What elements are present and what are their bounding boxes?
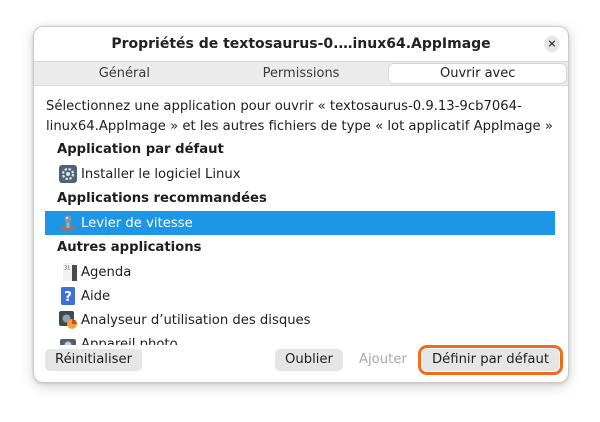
dialog-title: Propriétés de textosaurus-0.…inux64.AppI…	[111, 36, 491, 52]
gear-shift-icon	[59, 214, 77, 232]
app-label: Levier de vitesse	[81, 215, 193, 231]
tab-bar: Général Permissions Ouvrir avec	[34, 61, 568, 86]
add-button[interactable]: Ajouter	[349, 349, 417, 371]
other-apps-header: Autres applications	[57, 240, 202, 255]
camera-icon	[59, 335, 77, 345]
list-item[interactable]: Analyseur d’utilisation des disques	[45, 308, 555, 332]
calendar-icon: 31	[59, 263, 77, 281]
svg-text:31: 31	[64, 266, 70, 272]
open-with-description: Sélectionnez une application pour ouvrir…	[46, 99, 553, 134]
list-item[interactable]: 31 Agenda	[45, 260, 555, 284]
close-icon[interactable]: ×	[544, 36, 560, 52]
settings-gear-icon	[59, 165, 77, 183]
app-label: Aide	[81, 288, 111, 304]
app-label: Appareil photo	[81, 336, 178, 346]
set-default-button[interactable]: Définir par défaut	[417, 345, 564, 375]
list-item[interactable]: ? Aide	[45, 284, 555, 308]
list-item[interactable]: Appareil photo	[45, 332, 555, 345]
help-icon: ?	[59, 287, 77, 305]
application-list[interactable]: Application par défaut Installer le logi…	[45, 137, 555, 345]
app-label: Installer le logiciel Linux	[81, 166, 241, 182]
tab-permissions[interactable]: Permissions	[213, 62, 390, 85]
recommended-apps-header: Applications recommandées	[57, 191, 267, 206]
tab-open-with[interactable]: Ouvrir avec	[389, 64, 567, 83]
app-label: Analyseur d’utilisation des disques	[81, 312, 311, 328]
app-label: Agenda	[81, 264, 132, 280]
list-item[interactable]: Installer le logiciel Linux	[45, 162, 555, 186]
disk-usage-icon	[59, 311, 77, 329]
list-item[interactable]: Levier de vitesse	[45, 211, 555, 235]
properties-dialog: Propriétés de textosaurus-0.…inux64.AppI…	[33, 26, 569, 383]
default-app-header: Application par défaut	[57, 142, 224, 157]
tab-general[interactable]: Général	[36, 62, 213, 85]
svg-text:?: ?	[64, 290, 72, 305]
reset-button[interactable]: Réinitialiser	[45, 349, 143, 371]
dialog-footer: Réinitialiser Oublier Ajouter Définir pa…	[34, 345, 568, 379]
forget-button[interactable]: Oublier	[275, 349, 343, 371]
